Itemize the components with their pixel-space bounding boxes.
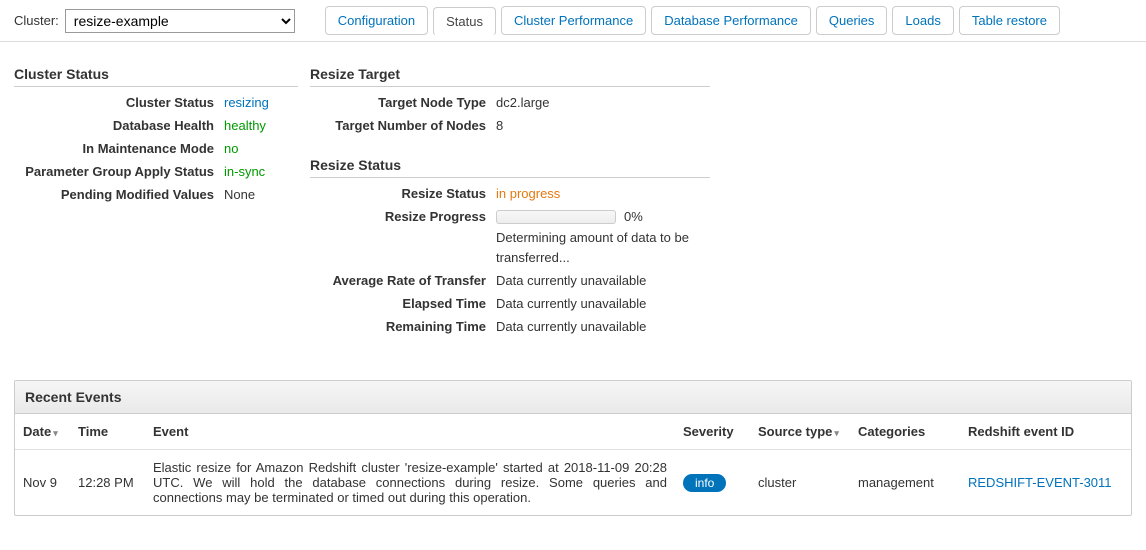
cell-event: Elastic resize for Amazon Redshift clust… xyxy=(145,450,675,516)
value-avg-rate: Data currently unavailable xyxy=(486,271,646,291)
row-resize-progress: Resize Progress 0% Determining amount of… xyxy=(310,207,1132,268)
section-title-resize-status: Resize Status xyxy=(310,157,710,178)
cell-severity: info xyxy=(675,450,750,516)
col-header-event-id[interactable]: Redshift event ID xyxy=(960,414,1131,450)
tab-queries[interactable]: Queries xyxy=(816,6,888,35)
label-resize-status: Resize Status xyxy=(310,184,486,204)
row-avg-rate: Average Rate of Transfer Data currently … xyxy=(310,271,1132,291)
row-target-num-nodes: Target Number of Nodes 8 xyxy=(310,116,1132,136)
tab-loads[interactable]: Loads xyxy=(892,6,953,35)
col-header-date[interactable]: Date xyxy=(15,414,70,450)
top-bar: Cluster: resize-example Configuration St… xyxy=(0,0,1146,42)
cluster-select[interactable]: resize-example xyxy=(65,9,295,33)
label-target-num-nodes: Target Number of Nodes xyxy=(310,116,486,136)
events-header-row: Date Time Event Severity Source type Cat… xyxy=(15,414,1131,450)
row-cluster-status: Cluster Status resizing xyxy=(14,93,298,113)
events-header: Recent Events xyxy=(15,381,1131,414)
row-resize-status: Resize Status in progress xyxy=(310,184,1132,204)
tabs-bar: Configuration Status Cluster Performance… xyxy=(325,6,1060,35)
row-pending: Pending Modified Values None xyxy=(14,185,298,205)
tab-database-performance[interactable]: Database Performance xyxy=(651,6,811,35)
row-target-node-type: Target Node Type dc2.large xyxy=(310,93,1132,113)
label-pg-apply: Parameter Group Apply Status xyxy=(14,162,214,182)
value-maintenance: no xyxy=(214,139,238,159)
value-resize-status: in progress xyxy=(486,184,560,204)
row-elapsed: Elapsed Time Data currently unavailable xyxy=(310,294,1132,314)
cluster-label: Cluster: xyxy=(14,13,59,28)
col-header-time[interactable]: Time xyxy=(70,414,145,450)
value-pending: None xyxy=(214,185,255,205)
label-avg-rate: Average Rate of Transfer xyxy=(310,271,486,291)
col-cluster-status: Cluster Status Cluster Status resizing D… xyxy=(14,66,298,340)
label-maintenance: In Maintenance Mode xyxy=(14,139,214,159)
label-target-node-type: Target Node Type xyxy=(310,93,486,113)
label-resize-progress: Resize Progress xyxy=(310,207,486,268)
cell-event-id: REDSHIFT-EVENT-3011 xyxy=(960,450,1131,516)
value-target-node-type: dc2.large xyxy=(486,93,549,113)
col-header-source-type[interactable]: Source type xyxy=(750,414,850,450)
col-header-event[interactable]: Event xyxy=(145,414,675,450)
severity-badge: info xyxy=(683,474,726,492)
value-resize-progress: 0% Determining amount of data to be tran… xyxy=(486,207,716,268)
value-pg-apply: in-sync xyxy=(214,162,265,182)
table-row: Nov 9 12:28 PM Elastic resize for Amazon… xyxy=(15,450,1131,516)
label-cluster-status: Cluster Status xyxy=(14,93,214,113)
value-cluster-status: resizing xyxy=(214,93,269,113)
tab-configuration[interactable]: Configuration xyxy=(325,6,428,35)
cell-date: Nov 9 xyxy=(15,450,70,516)
label-remaining: Remaining Time xyxy=(310,317,486,337)
col-header-categories[interactable]: Categories xyxy=(850,414,960,450)
row-db-health: Database Health healthy xyxy=(14,116,298,136)
section-title-cluster-status: Cluster Status xyxy=(14,66,298,87)
row-remaining: Remaining Time Data currently unavailabl… xyxy=(310,317,1132,337)
progress-note: Determining amount of data to be transfe… xyxy=(496,228,716,268)
col-resize: Resize Target Target Node Type dc2.large… xyxy=(310,66,1132,340)
content-area: Cluster Status Cluster Status resizing D… xyxy=(0,42,1146,380)
events-table: Date Time Event Severity Source type Cat… xyxy=(15,414,1131,515)
tab-table-restore[interactable]: Table restore xyxy=(959,6,1060,35)
value-target-num-nodes: 8 xyxy=(486,116,503,136)
value-remaining: Data currently unavailable xyxy=(486,317,646,337)
row-pg-apply: Parameter Group Apply Status in-sync xyxy=(14,162,298,182)
tab-status[interactable]: Status xyxy=(433,7,496,36)
events-panel: Recent Events Date Time Event Severity S… xyxy=(14,380,1132,516)
label-elapsed: Elapsed Time xyxy=(310,294,486,314)
progress-bar xyxy=(496,210,616,224)
value-elapsed: Data currently unavailable xyxy=(486,294,646,314)
section-title-resize-target: Resize Target xyxy=(310,66,710,87)
tab-cluster-performance[interactable]: Cluster Performance xyxy=(501,6,646,35)
cell-time: 12:28 PM xyxy=(70,450,145,516)
row-maintenance: In Maintenance Mode no xyxy=(14,139,298,159)
value-db-health: healthy xyxy=(214,116,266,136)
cell-categories: management xyxy=(850,450,960,516)
col-header-severity[interactable]: Severity xyxy=(675,414,750,450)
label-db-health: Database Health xyxy=(14,116,214,136)
event-id-link[interactable]: REDSHIFT-EVENT-3011 xyxy=(968,475,1112,490)
progress-percent: 0% xyxy=(624,207,643,227)
cell-source-type: cluster xyxy=(750,450,850,516)
label-pending: Pending Modified Values xyxy=(14,185,214,205)
